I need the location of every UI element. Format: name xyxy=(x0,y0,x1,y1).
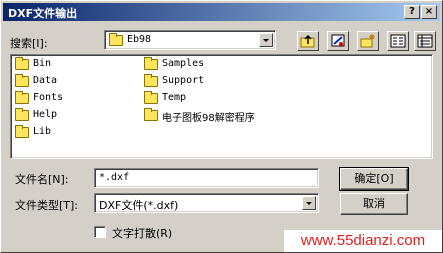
new-folder-icon xyxy=(360,34,375,48)
folder-name: Fonts xyxy=(33,92,64,103)
cancel-button[interactable]: 取消 xyxy=(340,193,408,215)
watermark: www.55dianzi.com xyxy=(284,230,442,252)
filename-value: *.dxf xyxy=(99,172,130,183)
folder-name: 电子图板98解密程序 xyxy=(162,113,255,124)
filename-label: 文件名[N]: xyxy=(15,173,69,186)
folder-icon xyxy=(144,74,158,87)
lookin-combo[interactable]: Eb98 xyxy=(104,30,276,50)
details-view-button[interactable] xyxy=(414,31,436,51)
folder-icon xyxy=(15,57,29,70)
explode-text-label: 文字打散(R) xyxy=(112,227,173,240)
filetype-label: 文件类型[T]: xyxy=(15,199,79,212)
folder-icon xyxy=(144,91,158,104)
up-one-level-button[interactable] xyxy=(297,31,319,51)
chevron-down-icon[interactable] xyxy=(259,33,273,47)
filetype-value: DXF文件(*.dxf) xyxy=(99,199,179,212)
folder-icon xyxy=(109,33,123,46)
filename-input[interactable]: *.dxf xyxy=(94,168,319,188)
chevron-down-icon[interactable] xyxy=(302,196,316,210)
file-list[interactable]: Bin Data Fonts Help Lib Samples Support xyxy=(10,54,433,159)
folder-icon xyxy=(15,125,29,138)
folder-icon xyxy=(15,108,29,121)
up-one-level-icon xyxy=(300,34,315,48)
close-button[interactable]: × xyxy=(421,5,437,19)
lookin-label: 搜索[I]: xyxy=(10,37,48,50)
list-view-icon xyxy=(390,34,406,48)
folder-icon xyxy=(15,91,29,104)
help-button[interactable]: ? xyxy=(404,5,420,19)
folder-icon xyxy=(144,108,158,121)
folder-icon xyxy=(15,74,29,87)
lookin-value: Eb98 xyxy=(127,34,152,45)
folder-name: Temp xyxy=(162,92,187,103)
new-folder-button[interactable] xyxy=(357,31,379,51)
folder-name: Help xyxy=(33,109,58,120)
folder-name: Data xyxy=(33,75,58,86)
list-view-button[interactable] xyxy=(387,31,409,51)
explode-text-checkbox[interactable] xyxy=(94,226,106,238)
desktop-icon xyxy=(331,34,345,47)
desktop-button[interactable] xyxy=(327,31,349,51)
folder-name: Lib xyxy=(33,126,52,137)
folder-icon xyxy=(144,57,158,70)
folder-name: Support xyxy=(162,75,205,86)
filetype-combo[interactable]: DXF文件(*.dxf) xyxy=(94,193,319,213)
folder-name: Samples xyxy=(162,58,205,69)
window-title: DXF文件输出 xyxy=(8,7,78,20)
title-bar: DXF文件输出 ? × xyxy=(3,3,440,21)
dxf-export-dialog: DXF文件输出 ? × 搜索[I]: Eb98 Bin Data Fonts H… xyxy=(0,0,443,253)
details-view-icon xyxy=(417,34,433,48)
ok-button[interactable]: 确定[O] xyxy=(339,167,409,191)
folder-name: Bin xyxy=(33,58,52,69)
